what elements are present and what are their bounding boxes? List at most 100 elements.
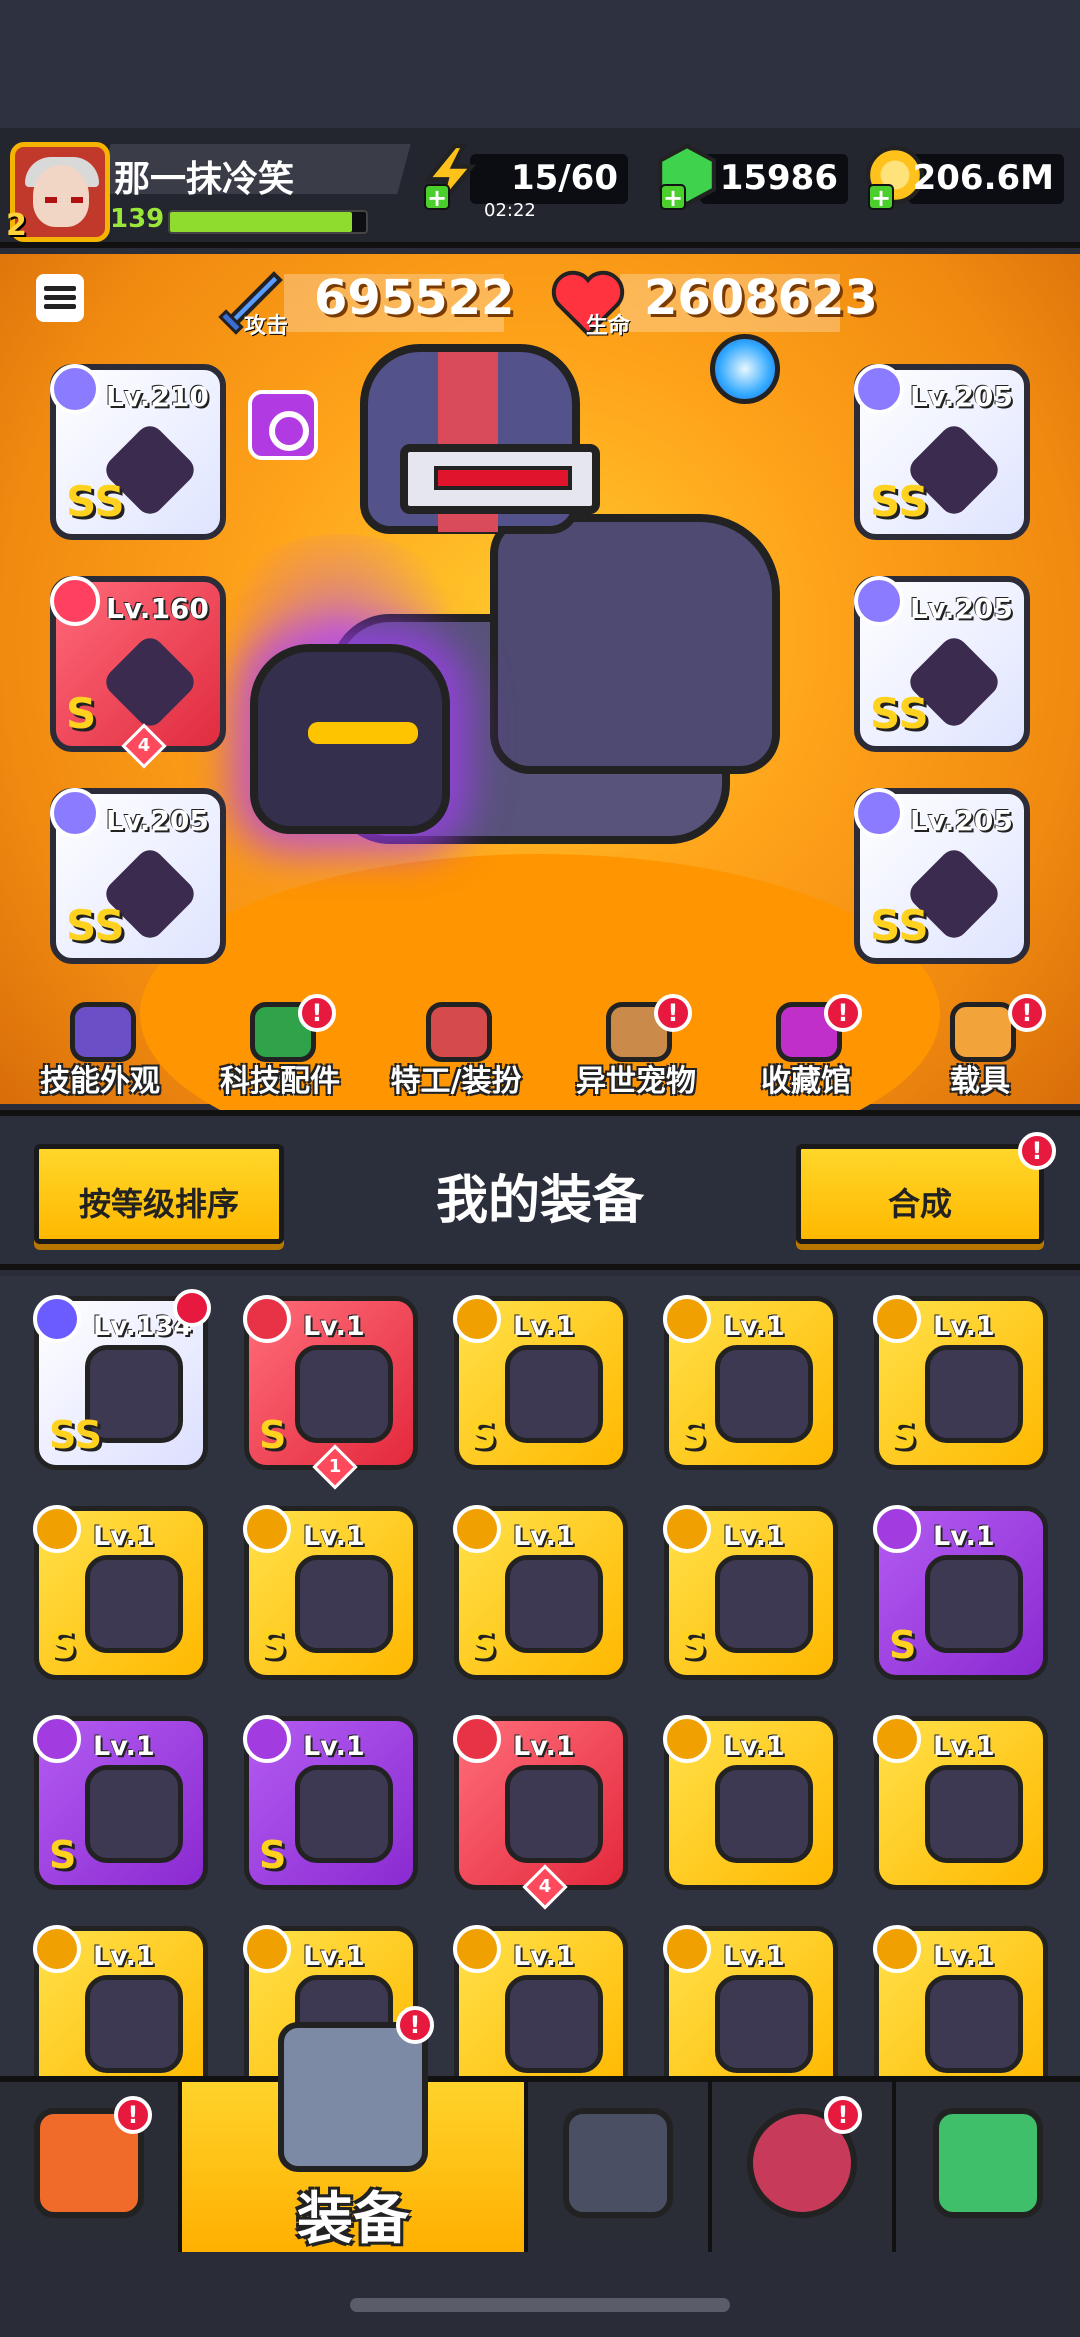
energy-plus-icon[interactable]: + — [424, 184, 450, 210]
mount-head — [490, 514, 780, 774]
item-type-icon — [663, 1715, 711, 1763]
item-level: Lv.1 — [933, 1521, 995, 1552]
energy-timer: 02:22 — [484, 200, 536, 221]
xp-bar — [168, 210, 368, 234]
inventory-item[interactable]: Lv.1 S — [33, 1715, 208, 1890]
item-grade: S — [259, 1623, 287, 1667]
menu-button[interactable] — [36, 274, 84, 322]
item-art — [505, 1765, 603, 1863]
equipped-necklace-slot[interactable]: Lv.160 S 4 — [50, 576, 226, 769]
nav-shop[interactable]: ! — [0, 2082, 182, 2252]
item-art — [85, 1975, 183, 2073]
item-grade: S — [49, 1623, 77, 1667]
pet-creature — [250, 644, 450, 834]
feature-row: 技能外观 ! 科技配件 特工/装扮 ! 异世宠物 ! 收藏馆 ! 载具 — [0, 994, 1080, 1104]
equipped-armor-slot[interactable]: Lv.205 SS — [854, 364, 1030, 540]
inventory-item[interactable]: Lv.1 S — [453, 1295, 628, 1470]
inventory-item[interactable]: Lv.1 — [873, 1715, 1048, 1890]
inventory-item[interactable]: Lv.1 S — [663, 1295, 838, 1470]
star-badge: 4 — [522, 1864, 568, 1910]
inventory-item[interactable]: Lv.1 — [873, 1925, 1048, 2100]
player-level: 139 — [110, 204, 165, 234]
inventory-item[interactable]: Lv.1 S — [33, 1505, 208, 1680]
item-art — [505, 1345, 603, 1443]
nav-planet[interactable]: ! — [712, 2082, 896, 2252]
inventory-item[interactable]: Lv.1 S — [663, 1505, 838, 1680]
item-grade: S — [889, 1413, 917, 1457]
energy-counter[interactable]: 15/60 02:22 + — [423, 144, 628, 221]
inventory-item[interactable]: Lv.1 S — [243, 1505, 418, 1680]
inventory-item[interactable]: Lv.1 S — [243, 1715, 418, 1890]
notification-badge: ! — [396, 2006, 434, 2044]
item-art — [295, 1555, 393, 1653]
item-level: Lv.1 — [93, 1941, 155, 1972]
merge-button[interactable]: 合成 — [796, 1144, 1044, 1244]
agent-head-icon — [426, 1002, 492, 1062]
notification-badge: ! — [298, 994, 336, 1032]
item-level: Lv.1 — [513, 1941, 575, 1972]
inventory-item[interactable]: Lv.1 S 1 — [243, 1295, 418, 1490]
inventory-item[interactable]: Lv.1 — [453, 1925, 628, 2100]
item-level: Lv.1 — [303, 1941, 365, 1972]
item-type-icon — [453, 1505, 501, 1553]
nav-gene[interactable] — [896, 2082, 1080, 2252]
feature-otherworld-pets[interactable]: ! 异世宠物 — [546, 994, 726, 1104]
item-level: Lv.1 — [513, 1731, 575, 1762]
inventory-item[interactable]: Lv.1 — [663, 1715, 838, 1890]
item-grade: S — [679, 1413, 707, 1457]
item-art — [295, 1345, 393, 1443]
item-level: Lv.1 — [303, 1731, 365, 1762]
item-art — [925, 1765, 1023, 1863]
inventory-item[interactable]: Lv.1 4 — [453, 1715, 628, 1910]
item-type-icon — [243, 1295, 291, 1343]
item-type-icon — [873, 1925, 921, 1973]
gems-value: 15986 — [719, 158, 838, 198]
energy-value: 15/60 — [510, 158, 618, 198]
xp-fill — [170, 212, 353, 232]
equipped-belt-slot[interactable]: Lv.205 SS — [854, 576, 1030, 752]
item-level: Lv.1 — [303, 1521, 365, 1552]
gold-value: 206.6M — [912, 158, 1054, 198]
equipped-gloves-slot[interactable]: Lv.205 SS — [50, 788, 226, 964]
feature-tech-parts[interactable]: ! 科技配件 — [190, 994, 370, 1104]
inventory-item[interactable]: Lv.1 S — [873, 1505, 1048, 1680]
item-art — [295, 1765, 393, 1863]
feature-collection[interactable]: ! 收藏馆 — [716, 994, 896, 1104]
item-art — [715, 1345, 813, 1443]
merge-notification-badge: ! — [1018, 1132, 1056, 1170]
item-level: Lv.1 — [723, 1521, 785, 1552]
inventory-item[interactable]: Lv.1 S — [453, 1505, 628, 1680]
armor-type-icon — [854, 364, 904, 414]
feature-agent-outfit[interactable]: 特工/装扮 — [366, 994, 546, 1104]
item-type-icon — [33, 1715, 81, 1763]
equipped-boots-slot[interactable]: Lv.205 SS — [854, 788, 1030, 964]
gloves-type-icon — [50, 788, 100, 838]
item-type-icon — [663, 1925, 711, 1973]
item-art — [925, 1555, 1023, 1653]
inventory-item[interactable]: Lv.1 — [33, 1925, 208, 2100]
item-grade: S — [679, 1623, 707, 1667]
gems-counter[interactable]: 15986 + — [658, 144, 848, 210]
inventory-item[interactable]: Lv.134 SS — [33, 1289, 211, 1470]
equipment-icon — [278, 2022, 428, 2172]
gold-plus-icon[interactable]: + — [868, 184, 894, 210]
player-name: 那一抹冷笑 — [114, 159, 295, 200]
inventory-item[interactable]: Lv.1 S — [873, 1295, 1048, 1470]
gold-counter[interactable]: 206.6M + — [866, 146, 1064, 210]
skateboard-icon — [950, 1002, 1016, 1062]
inventory-item[interactable]: Lv.1 — [663, 1925, 838, 2100]
item-type-icon — [873, 1715, 921, 1763]
gems-plus-icon[interactable]: + — [660, 184, 686, 210]
item-grade: S — [469, 1623, 497, 1667]
nav-equipment[interactable]: ! 装备 — [182, 2006, 528, 2252]
game-screen: 2 那一抹冷笑 139 15/60 02:22 + 15986 + 206.6M… — [0, 0, 1080, 2337]
nav-battle[interactable] — [528, 2082, 712, 2252]
notification-badge: ! — [824, 994, 862, 1032]
item-level: Lv.1 — [933, 1941, 995, 1972]
feature-vehicles[interactable]: ! 载具 — [890, 994, 1070, 1104]
item-type-icon — [243, 1925, 291, 1973]
hero-character — [210, 314, 790, 874]
equipped-weapon-slot[interactable]: Lv.210 SS — [50, 364, 226, 540]
item-art — [85, 1765, 183, 1863]
feature-skill-skins[interactable]: 技能外观 — [10, 994, 190, 1104]
